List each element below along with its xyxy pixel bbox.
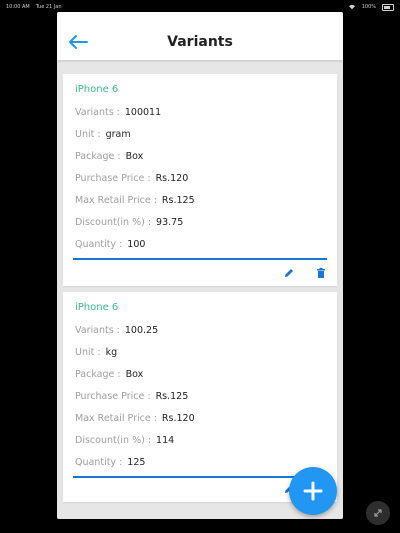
variant-field-row: Unit : gram: [75, 129, 131, 140]
app-bar: Variants: [57, 12, 343, 60]
field-value: Rs.120: [161, 413, 195, 424]
field-value: 100011: [124, 107, 162, 118]
variant-field-row: Quantity : 100: [75, 239, 145, 250]
field-label: Unit :: [75, 347, 101, 358]
plus-icon: [303, 481, 323, 501]
variant-field-row: Purchase Price : Rs.120: [75, 173, 188, 184]
card-divider: [73, 258, 327, 260]
field-value: 93.75: [156, 217, 184, 228]
field-label: Variants :: [75, 325, 120, 336]
app-screen: Variants iPhone 6 Variants : 100011 Unit…: [57, 12, 343, 519]
status-time: 10:00 AM: [6, 4, 30, 10]
variant-field-row: Package : Box: [75, 369, 143, 380]
edit-button[interactable]: [281, 266, 297, 280]
field-label: Purchase Price :: [75, 391, 151, 402]
variant-field-row: Discount(in %) : 93.75: [75, 217, 183, 228]
variant-field-row: Package : Box: [75, 151, 143, 162]
variant-field-row: Purchase Price : Rs.125: [75, 391, 188, 402]
battery-level: 100%: [361, 4, 376, 10]
add-variant-button[interactable]: [289, 467, 337, 515]
variant-field-row: Quantity : 125: [75, 457, 145, 468]
battery-icon: [382, 3, 394, 11]
field-value: 125: [127, 457, 146, 468]
field-value: 114: [156, 435, 175, 446]
variant-field-row: Variants : 100.25: [75, 325, 158, 336]
variant-product-name: iPhone 6: [75, 84, 119, 95]
rotate-icon: [374, 509, 382, 517]
page-title: Variants: [167, 34, 233, 50]
field-label: Package :: [75, 369, 121, 380]
field-value: gram: [105, 129, 131, 140]
field-label: Quantity :: [75, 239, 123, 250]
field-label: Discount(in %) :: [75, 217, 152, 228]
variant-card: iPhone 6 Variants : 100011 Unit : gram P…: [63, 74, 337, 286]
field-value: Box: [125, 151, 144, 162]
variant-field-row: Variants : 100011: [75, 107, 161, 118]
field-label: Quantity :: [75, 457, 123, 468]
field-label: Max Retail Price :: [75, 413, 157, 424]
field-label: Max Retail Price :: [75, 195, 157, 206]
rotate-button[interactable]: [366, 501, 390, 525]
field-label: Variants :: [75, 107, 120, 118]
wifi-icon: [348, 4, 355, 10]
field-label: Purchase Price :: [75, 173, 151, 184]
field-label: Unit :: [75, 129, 101, 140]
variant-product-name: iPhone 6: [75, 302, 119, 313]
field-value: Box: [125, 369, 144, 380]
field-label: Discount(in %) :: [75, 435, 152, 446]
variant-field-row: Discount(in %) : 114: [75, 435, 174, 446]
variant-card: iPhone 6 Variants : 100.25 Unit : kg Pac…: [63, 292, 337, 502]
pencil-icon: [285, 269, 293, 277]
variant-field-row: Max Retail Price : Rs.120: [75, 413, 195, 424]
field-value: Rs.125: [155, 391, 189, 402]
trash-icon: [317, 267, 325, 278]
variant-field-row: Unit : kg: [75, 347, 117, 358]
field-value: 100.25: [124, 325, 159, 336]
variant-field-row: Max Retail Price : Rs.125: [75, 195, 195, 206]
status-date: Tue 21 Jan: [35, 4, 62, 10]
field-label: Package :: [75, 151, 121, 162]
card-divider: [73, 476, 327, 478]
delete-button[interactable]: [313, 266, 329, 280]
field-value: Rs.125: [161, 195, 195, 206]
field-value: kg: [105, 347, 118, 358]
field-value: Rs.120: [155, 173, 189, 184]
field-value: 100: [127, 239, 146, 250]
